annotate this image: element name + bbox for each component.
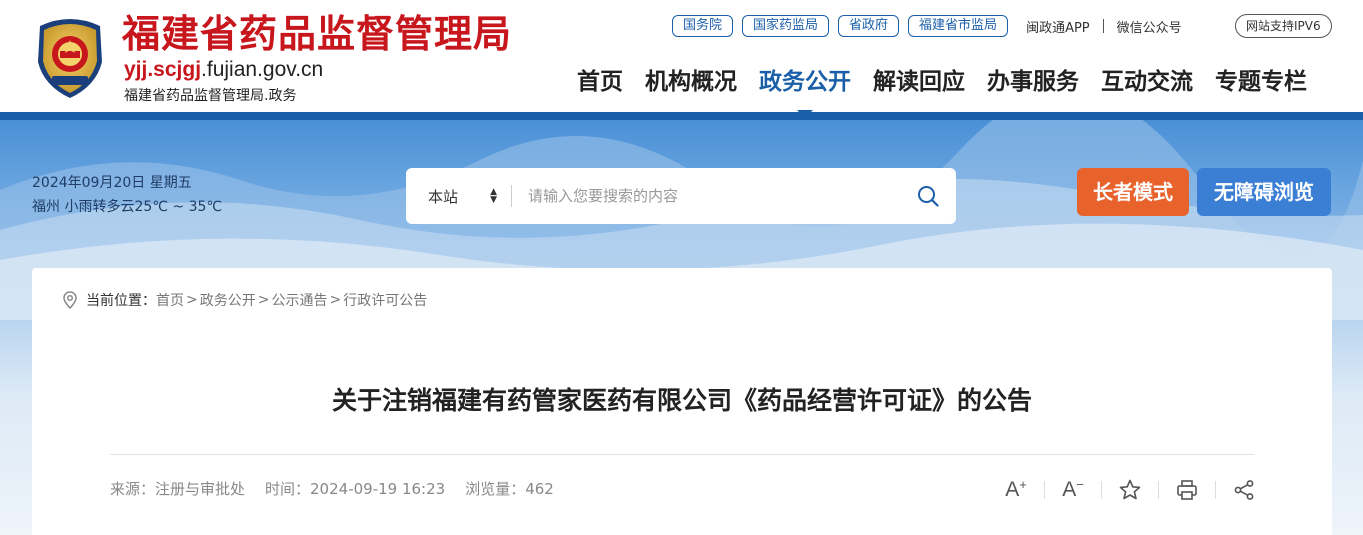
site-domain: yjj.scjgj.fujian.gov.cn: [124, 57, 323, 83]
divider: [1044, 481, 1045, 499]
domain-rest: .fujian.gov.cn: [201, 58, 324, 81]
nav-label: 政务公开: [759, 69, 851, 95]
divider: [110, 454, 1254, 455]
location-pin-icon: [62, 291, 78, 309]
search-input[interactable]: [512, 176, 900, 216]
link-provincial-gov[interactable]: 省政府: [838, 15, 900, 37]
divider: [1101, 481, 1102, 499]
updown-arrows-icon: ▲ ▼: [490, 187, 497, 205]
link-nmpa[interactable]: 国家药监局: [742, 15, 830, 37]
print-icon[interactable]: [1173, 476, 1201, 504]
site-title[interactable]: 福建省药品监督管理局: [122, 10, 512, 58]
site-subtitle: 福建省药品监督管理局.政务: [124, 88, 297, 104]
font-increase-icon[interactable]: A +: [1002, 476, 1030, 504]
link-market-regulation[interactable]: 福建省市监局: [908, 15, 1009, 37]
weather-info: 福州 小雨转多云25℃ ~ 35℃: [32, 199, 223, 215]
nav-home[interactable]: 首页: [566, 64, 634, 100]
nav-organization[interactable]: 机构概况: [634, 64, 748, 100]
link-wechat[interactable]: 微信公众号: [1117, 17, 1182, 36]
breadcrumb: 当前位置： 首页 > 政务公开 > 公示通告 > 行政许可公告: [62, 290, 427, 310]
breadcrumb-separator: >: [329, 292, 342, 308]
search-scope-value: 本站: [428, 187, 459, 206]
national-emblem-icon[interactable]: [30, 14, 110, 100]
nav-topics[interactable]: 专题专栏: [1204, 64, 1318, 100]
share-icon[interactable]: [1230, 476, 1258, 504]
content-card: 当前位置： 首页 > 政务公开 > 公示通告 > 行政许可公告 关于注销福建有药…: [32, 268, 1332, 535]
font-decrease-icon[interactable]: A −: [1059, 476, 1087, 504]
current-date: 2024年09月20日 星期五: [32, 175, 192, 191]
ipv6-badge[interactable]: 网站支持IPV6: [1235, 14, 1332, 38]
nav-services[interactable]: 办事服务: [976, 64, 1090, 100]
breadcrumb-notices[interactable]: 公示通告: [271, 290, 327, 310]
elder-mode-button[interactable]: 长者模式: [1077, 168, 1189, 216]
breadcrumb-government-affairs[interactable]: 政务公开: [200, 290, 256, 310]
article-time: 时间：2024-09-19 16:23: [265, 480, 446, 498]
search-scope-select[interactable]: 本站 ▲ ▼: [406, 186, 511, 207]
domain-highlight: yjj.scjgj: [124, 58, 202, 81]
article-source: 来源：注册与审批处: [110, 480, 246, 498]
star-icon[interactable]: [1116, 476, 1144, 504]
breadcrumb-home[interactable]: 首页: [156, 290, 184, 310]
header-bar: [0, 112, 1363, 120]
accessible-browsing-button[interactable]: 无障碍浏览: [1197, 168, 1331, 216]
breadcrumb-separator: >: [257, 292, 270, 308]
article-tools: A + A −: [1002, 476, 1258, 504]
link-state-council[interactable]: 国务院: [672, 15, 734, 37]
article-meta: 来源：注册与审批处 时间：2024-09-19 16:23 浏览量：462: [110, 478, 574, 499]
divider: [1102, 19, 1104, 33]
divider: [1158, 481, 1159, 499]
article-title: 关于注销福建有药管家医药有限公司《药品经营许可证》的公告: [331, 386, 1032, 415]
nav-interpretation[interactable]: 解读回应: [862, 64, 976, 100]
search-bar: 本站 ▲ ▼: [406, 168, 956, 224]
site-header: 福建省药品监督管理局 yjj.scjgj.fujian.gov.cn 福建省药品…: [0, 0, 1363, 118]
top-links: 国务院 国家药监局 省政府 福建省市监局 闽政通APP 微信公众号: [672, 14, 1182, 38]
nav-government-affairs[interactable]: 政务公开: [748, 64, 862, 118]
link-app[interactable]: 闽政通APP: [1026, 17, 1090, 36]
search-icon[interactable]: [900, 168, 956, 224]
breadcrumb-label: 当前位置：: [86, 293, 156, 309]
article-views: 浏览量：462: [465, 480, 554, 498]
breadcrumb-separator: >: [186, 292, 198, 308]
main-nav: 首页 机构概况 政务公开 解读回应 办事服务 互动交流 专题专栏: [566, 64, 1318, 118]
breadcrumb-license-notices[interactable]: 行政许可公告: [343, 290, 427, 310]
nav-interaction[interactable]: 互动交流: [1090, 64, 1204, 100]
divider: [1215, 481, 1216, 499]
